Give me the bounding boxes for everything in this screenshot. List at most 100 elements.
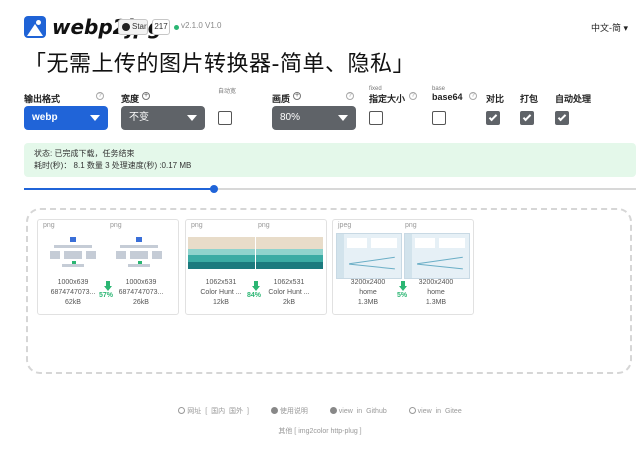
input-meta: 3200x2400 home 1.3MB bbox=[337, 278, 399, 308]
quality-label: 画质 bbox=[272, 94, 291, 104]
result-card[interactable]: jpeg png 3200x2400 home 1.3MB 3200x2400 … bbox=[332, 219, 474, 315]
input-size: 1.3MB bbox=[357, 299, 379, 306]
input-thumbnail[interactable] bbox=[44, 235, 102, 269]
format-value: webp bbox=[32, 112, 58, 123]
quality-value: 80% bbox=[280, 112, 301, 123]
output-format: png bbox=[110, 222, 122, 229]
result-card[interactable]: png png 1062x531 Color Hunt ... 12kB 106… bbox=[185, 219, 327, 315]
format-select[interactable]: webp bbox=[24, 106, 108, 130]
output-format: png bbox=[405, 222, 417, 229]
input-format: png bbox=[191, 222, 203, 229]
width-select[interactable]: 不变 bbox=[121, 106, 205, 130]
input-dimensions: 1000x639 bbox=[57, 279, 89, 286]
compression-ratio: 57% bbox=[99, 292, 114, 299]
output-format: png bbox=[258, 222, 270, 229]
input-filename: Color Hunt ... bbox=[200, 289, 242, 296]
output-meta: 1000x639 6874747073... 26kB bbox=[110, 278, 172, 308]
check-icon bbox=[557, 112, 567, 122]
status-panel: 状态: 已完成下载，任务结束 耗时(秒)： 8.1 数量 3 处理速度(秒) :… bbox=[24, 143, 636, 177]
download-arrow-icon[interactable] bbox=[104, 281, 112, 291]
app-header: webp2jpg Star 217 v2.1.0 V1.0 中文-简 ▾ bbox=[0, 14, 640, 42]
width-label: 宽度 bbox=[121, 94, 140, 104]
output-size: 2kB bbox=[282, 299, 296, 306]
input-meta: 1000x639 6874747073... 62kB bbox=[42, 278, 104, 308]
compression-ratio: 84% bbox=[247, 292, 262, 299]
output-thumbnail[interactable] bbox=[256, 235, 323, 269]
output-filename: 6874747073... bbox=[118, 289, 164, 296]
auto-width-label: 自动宽 bbox=[218, 89, 237, 95]
result-card[interactable]: png png 1000x639 6874747073... 62kB 1000… bbox=[37, 219, 179, 315]
github-star-count[interactable]: 217 bbox=[152, 19, 170, 35]
progress-slider-thumb[interactable] bbox=[210, 185, 218, 193]
fixed-size-label: 指定大小 bbox=[369, 94, 406, 104]
input-size: 62kB bbox=[65, 299, 81, 306]
compression-ratio: 5% bbox=[397, 292, 408, 299]
output-dimensions: 1062x531 bbox=[273, 279, 305, 286]
input-meta: 1062x531 Color Hunt ... 12kB bbox=[190, 278, 252, 308]
width-value: 不变 bbox=[129, 112, 149, 123]
gitee-icon bbox=[408, 407, 416, 414]
timing-text: 耗时(秒)： 8.1 数量 3 处理速度(秒) :0.17 MB bbox=[34, 161, 192, 170]
output-filename: Color Hunt ... bbox=[268, 289, 310, 296]
base64-checkbox[interactable] bbox=[432, 111, 446, 125]
footer-others[interactable]: 其他 [ img2color http-plug ] bbox=[0, 426, 640, 436]
logo-icon bbox=[24, 16, 46, 38]
chevron-down-icon bbox=[90, 115, 100, 121]
version-label: v2.1.0 V1.0 bbox=[181, 21, 222, 30]
language-select[interactable]: 中文-简 ▾ bbox=[591, 21, 628, 34]
plus-circle-icon[interactable]: + bbox=[293, 92, 301, 100]
chevron-down-icon bbox=[187, 115, 197, 121]
input-size: 12kB bbox=[213, 299, 229, 306]
help-icon[interactable]: ? bbox=[409, 92, 417, 100]
progress-slider-fill bbox=[24, 188, 214, 190]
check-icon bbox=[488, 112, 498, 122]
quality-select[interactable]: 80% bbox=[272, 106, 356, 130]
help-link[interactable]: 使用说明 bbox=[280, 408, 308, 415]
output-filename: home bbox=[427, 289, 445, 296]
output-thumbnail[interactable] bbox=[404, 233, 470, 279]
github-icon bbox=[329, 407, 337, 414]
version-status-dot bbox=[174, 25, 179, 30]
status-text: 状态: 已完成下载，任务结束 bbox=[34, 149, 135, 158]
output-meta: 1062x531 Color Hunt ... 2kB bbox=[258, 278, 320, 308]
compare-label: 对比 bbox=[486, 94, 505, 104]
download-arrow-icon[interactable] bbox=[399, 281, 407, 291]
input-format: jpeg bbox=[338, 222, 352, 229]
fixed-size-checkbox[interactable] bbox=[369, 111, 383, 125]
help-icon[interactable]: ? bbox=[346, 92, 354, 100]
input-filename: home bbox=[359, 289, 377, 296]
gitee-link[interactable]: view in Gitee bbox=[418, 408, 462, 415]
question-icon bbox=[270, 407, 278, 414]
plus-circle-icon[interactable]: + bbox=[142, 92, 150, 100]
github-star-label: Star bbox=[132, 22, 147, 31]
base64-label: base64 bbox=[432, 92, 463, 102]
output-size: 1.3MB bbox=[425, 299, 447, 306]
output-dimensions: 3200x2400 bbox=[418, 279, 454, 286]
auto-process-checkbox[interactable] bbox=[555, 111, 569, 125]
page-title: 「无需上传的图片转换器-简单、隐私」 bbox=[24, 52, 415, 77]
footer-links: 网址 [ 国内 国外 ] 使用说明 view in Github view in… bbox=[0, 406, 640, 416]
github-icon bbox=[122, 23, 130, 31]
output-thumbnail[interactable] bbox=[110, 235, 168, 269]
input-format: png bbox=[43, 222, 55, 229]
input-filename: 6874747073... bbox=[50, 289, 96, 296]
format-label: 输出格式 bbox=[24, 94, 61, 104]
pack-checkbox[interactable] bbox=[520, 111, 534, 125]
github-link[interactable]: view in Github bbox=[339, 408, 387, 415]
input-dimensions: 1062x531 bbox=[205, 279, 237, 286]
help-icon[interactable]: ? bbox=[96, 92, 104, 100]
auto-process-label: 自动处理 bbox=[555, 94, 592, 104]
auto-width-checkbox[interactable] bbox=[218, 111, 232, 125]
output-meta: 3200x2400 home 1.3MB bbox=[405, 278, 467, 308]
download-arrow-icon[interactable] bbox=[252, 281, 260, 291]
site-icon bbox=[178, 407, 186, 414]
compare-checkbox[interactable] bbox=[486, 111, 500, 125]
help-icon[interactable]: ? bbox=[469, 92, 477, 100]
site-link[interactable]: 网址 [ 国内 国外 ] bbox=[187, 408, 249, 415]
input-thumbnail[interactable] bbox=[188, 235, 255, 269]
check-icon bbox=[522, 112, 532, 122]
github-star-button[interactable]: Star bbox=[118, 19, 148, 35]
output-size: 26kB bbox=[133, 299, 149, 306]
input-thumbnail[interactable] bbox=[336, 233, 402, 279]
pack-label: 打包 bbox=[520, 94, 539, 104]
